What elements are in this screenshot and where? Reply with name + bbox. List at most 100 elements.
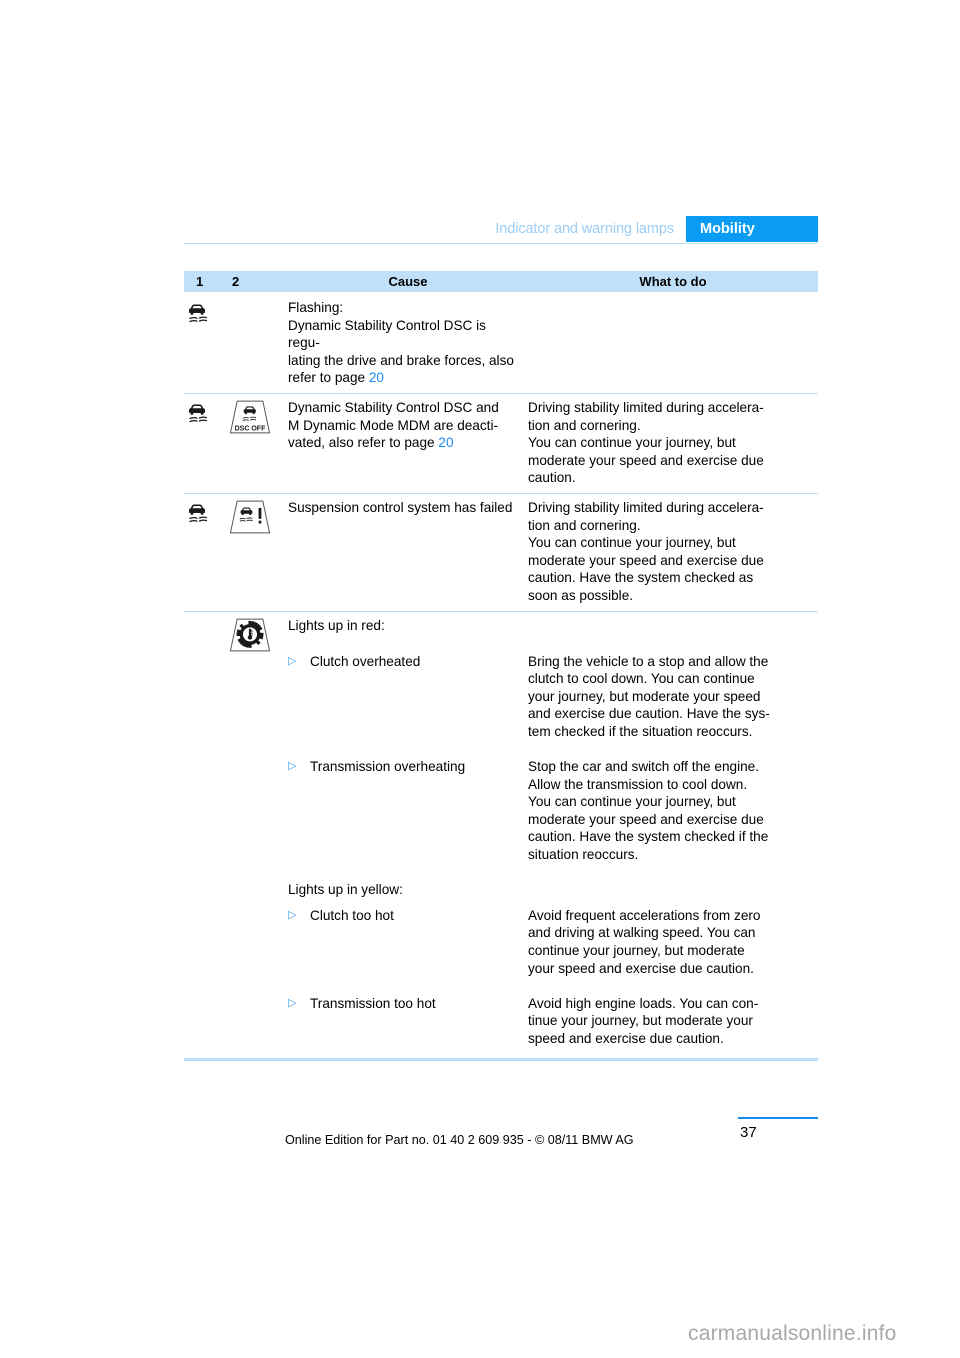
running-header: Indicator and warning lamps Mobility xyxy=(184,216,818,242)
page-number: 37 xyxy=(740,1124,757,1141)
what-to-do-cell xyxy=(528,299,818,387)
what-to-do-cell xyxy=(528,617,818,653)
bullet-label: Clutch too hot xyxy=(310,907,394,923)
what-line: and exercise due caution. Have the sys- xyxy=(528,706,770,722)
what-line: tem checked if the situation reoccurs. xyxy=(528,723,753,739)
column-header-2: 2 xyxy=(232,274,240,289)
cause-line: vated, also refer to page 20 xyxy=(288,434,514,452)
cause-cell: Lights up in red: xyxy=(288,617,528,653)
what-to-do-cell: Bring the vehicle to a stop and allow th… xyxy=(528,653,818,741)
what-line: your journey, but moderate your speed xyxy=(528,688,761,704)
what-line: Avoid high engine loads. You can con- xyxy=(528,995,759,1011)
header-divider xyxy=(184,243,818,244)
cause-line: refer to page 20 xyxy=(288,369,514,387)
cause-line-text: vated, also refer to page xyxy=(288,435,439,451)
bullet-triangle-icon: ▷ xyxy=(288,908,297,921)
lamp-icon-col1 xyxy=(184,299,222,387)
column-header-1: 1 xyxy=(196,274,204,289)
what-to-do-cell: Stop the car and switch off the engine. … xyxy=(528,758,818,864)
lamp-icon-col2: DSC OFF xyxy=(222,399,288,487)
warning-lamp-table: 1 2 Cause What to do Flashing: Dynamic S… xyxy=(184,271,818,1061)
what-line: your speed and exercise due caution. xyxy=(528,960,754,976)
bullet-triangle-icon: ▷ xyxy=(288,654,297,667)
cause-line: M Dynamic Mode MDM are deacti- xyxy=(288,417,498,433)
document-page: Indicator and warning lamps Mobility 1 2… xyxy=(0,0,960,1358)
page-reference-link[interactable]: 20 xyxy=(369,370,384,385)
lamp-icon-col2 xyxy=(222,617,288,653)
what-line: situation reoccurs. xyxy=(528,847,639,863)
what-line: moderate your speed and exercise due xyxy=(528,452,764,468)
what-line: moderate your speed and exercise due xyxy=(528,552,764,568)
header-section-title: Indicator and warning lamps xyxy=(495,221,674,237)
lamp-icon-col1 xyxy=(184,399,222,487)
table-header-row: 1 2 Cause What to do xyxy=(184,271,818,292)
what-line: You can continue your journey, but xyxy=(528,535,736,551)
bullet-triangle-icon: ▷ xyxy=(288,996,297,1009)
what-line: Stop the car and switch off the engine. xyxy=(528,759,759,775)
dsc-car-skid-icon xyxy=(189,504,208,523)
column-header-what-to-do: What to do xyxy=(639,274,707,289)
what-line: You can continue your journey, but xyxy=(528,794,736,810)
what-line: Driving stability limited during acceler… xyxy=(528,399,764,415)
lamp-icon-col1-empty xyxy=(184,617,222,653)
lights-up-red-heading: Lights up in red: xyxy=(288,617,385,633)
list-item: ▷ Transmission overheating Stop the car … xyxy=(184,758,818,864)
table-row: Flashing: Dynamic Stability Control DSC … xyxy=(184,292,818,393)
dsc-off-lamp-icon: DSC OFF xyxy=(229,400,271,434)
suspension-failure-lamp-icon xyxy=(229,500,271,534)
table-row: DSC OFF Dynamic Stability Control DSC an… xyxy=(184,392,818,493)
cause-line: lating the drive and brake forces, also xyxy=(288,352,514,368)
gear-temperature-lamp-icon xyxy=(229,618,271,651)
lamp-icon-col2 xyxy=(222,499,288,605)
what-line: caution. xyxy=(528,470,576,486)
gear-row-bullet-list: ▷ Clutch overheated Bring the vehicle to… xyxy=(184,653,818,1048)
bullet-label: Transmission overheating xyxy=(310,759,466,775)
list-item: ▷ Clutch overheated Bring the vehicle to… xyxy=(184,653,818,741)
what-line: Bring the vehicle to a stop and allow th… xyxy=(528,653,769,669)
what-line: Avoid frequent accelerations from zero xyxy=(528,907,761,923)
cause-cell: Suspension control system has failed xyxy=(288,499,528,605)
table-row: Lights up in red: xyxy=(184,610,818,659)
lamp-icon-col1 xyxy=(184,499,222,605)
what-line: Driving stability limited during acceler… xyxy=(528,499,764,515)
what-line: clutch to cool down. You can continue xyxy=(528,671,755,687)
what-line: tion and cornering. xyxy=(528,417,641,433)
what-line: moderate your speed and exercise due xyxy=(528,811,764,827)
page-reference-link[interactable]: 20 xyxy=(438,435,453,450)
bullet-label: Transmission too hot xyxy=(310,995,436,1011)
what-line: You can continue your journey, but xyxy=(528,435,736,451)
cause-line: Suspension control system has failed xyxy=(288,499,513,515)
lights-up-yellow-heading: Lights up in yellow: xyxy=(288,882,403,898)
page-number-rule xyxy=(738,1117,818,1119)
dsc-off-lamp-label: DSC OFF xyxy=(235,425,267,432)
exclamation-mark-icon xyxy=(258,507,262,524)
what-line: caution. Have the system checked if the xyxy=(528,829,769,845)
what-line: tion and cornering. xyxy=(528,517,641,533)
what-line: Allow the transmission to cool down. xyxy=(528,776,748,792)
cause-cell: Flashing: Dynamic Stability Control DSC … xyxy=(288,299,528,387)
what-to-do-cell: Avoid high engine loads. You can con- ti… xyxy=(528,995,818,1048)
cause-line: Flashing: xyxy=(288,300,344,315)
site-watermark: carmanualsonline.info xyxy=(688,1322,897,1345)
what-line: continue your journey, but moderate xyxy=(528,943,745,958)
bullet-triangle-icon: ▷ xyxy=(288,760,297,773)
footer-edition-note: Online Edition for Part no. 01 40 2 609 … xyxy=(285,1133,634,1147)
what-to-do-cell: Avoid frequent accelerations from zero a… xyxy=(528,907,818,977)
lights-up-yellow-block: Lights up in yellow: xyxy=(184,881,818,899)
cause-line: Dynamic Stability Control DSC is regu- xyxy=(288,317,486,351)
cause-line-text: refer to page xyxy=(288,370,369,386)
header-chapter-tab: Mobility xyxy=(686,216,818,242)
list-item: ▷ Transmission too hot Avoid high engine… xyxy=(184,995,818,1048)
cause-cell: Dynamic Stability Control DSC and M Dyna… xyxy=(288,399,528,487)
what-to-do-cell: Driving stability limited during acceler… xyxy=(528,399,818,487)
lamp-icon-col2-empty xyxy=(222,299,288,387)
what-to-do-cell: Driving stability limited during acceler… xyxy=(528,499,818,605)
what-line: soon as possible. xyxy=(528,587,634,603)
what-line: speed and exercise due caution. xyxy=(528,1030,724,1046)
list-item: ▷ Clutch too hot Avoid frequent accelera… xyxy=(184,907,818,977)
dsc-car-skid-icon xyxy=(189,304,208,323)
what-line: caution. Have the system checked as xyxy=(528,570,754,586)
what-line: tinue your journey, but moderate your xyxy=(528,1013,753,1029)
